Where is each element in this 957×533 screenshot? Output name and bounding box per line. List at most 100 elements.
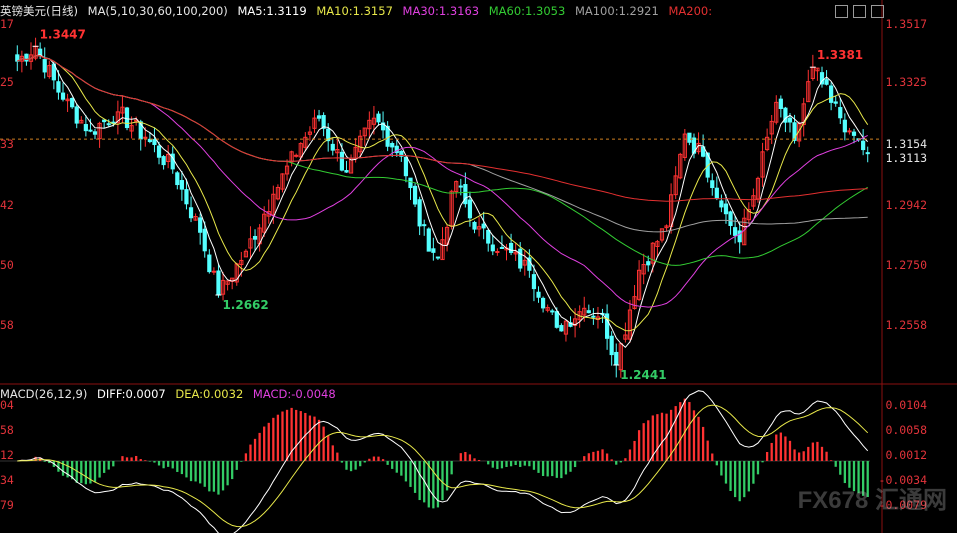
price-annotation-low1: 1.2662 bbox=[222, 298, 268, 312]
candle-body bbox=[554, 311, 559, 328]
symbol-title[interactable]: 英镑美元(日线) bbox=[0, 4, 78, 18]
candle-body bbox=[586, 310, 591, 314]
candle-body bbox=[202, 228, 207, 252]
candle-body bbox=[408, 177, 413, 189]
candle-body bbox=[687, 132, 692, 143]
candle-body bbox=[719, 200, 724, 208]
candle-body bbox=[472, 221, 477, 230]
left-axis-tick-2: 25 bbox=[0, 75, 14, 89]
candle-body bbox=[861, 140, 866, 151]
candle-body bbox=[198, 217, 203, 233]
candle-body bbox=[175, 172, 180, 186]
candle-body bbox=[70, 97, 75, 108]
left-macd-tick-5: 79 bbox=[0, 498, 14, 512]
candle-body bbox=[403, 156, 409, 177]
candle-body bbox=[865, 152, 870, 155]
candle-body bbox=[390, 143, 395, 148]
candle-body bbox=[508, 242, 514, 253]
candle-body bbox=[184, 189, 189, 205]
ma200-value: MA200: bbox=[668, 4, 713, 18]
ma30-value: MA30:1.3163 bbox=[402, 4, 480, 18]
candle-body bbox=[614, 351, 619, 366]
candle-body bbox=[559, 325, 564, 332]
price-annotation-low2: 1.2441 bbox=[620, 368, 666, 382]
candle-body bbox=[458, 185, 463, 188]
candle-body bbox=[829, 85, 834, 103]
candle-body bbox=[723, 203, 729, 215]
candle-body bbox=[56, 81, 61, 93]
candle-body bbox=[499, 246, 505, 249]
macd-axis-label-3: 0.0012 bbox=[885, 448, 927, 462]
candle-body bbox=[74, 106, 79, 124]
candle-body bbox=[152, 139, 157, 146]
candle-body bbox=[60, 92, 66, 100]
price-axis-label-4: 1.3113 bbox=[885, 151, 927, 165]
candle-body bbox=[179, 180, 184, 190]
left-axis-tick-4: 42 bbox=[0, 198, 14, 212]
candle-body bbox=[88, 129, 93, 132]
candle-body bbox=[536, 291, 541, 298]
candle-body bbox=[147, 138, 152, 143]
candle-body bbox=[490, 244, 495, 252]
candle-body bbox=[531, 274, 537, 290]
ma10-value: MA10:1.3157 bbox=[316, 4, 393, 18]
candle-body bbox=[207, 254, 212, 273]
candle-body bbox=[778, 98, 783, 109]
candle-body bbox=[376, 113, 381, 123]
candle-body bbox=[540, 297, 546, 309]
candle-body bbox=[422, 224, 427, 227]
candle-body bbox=[646, 261, 651, 266]
candlestick-chart: 1.3447 1.2662 1.2441 1.3381 bbox=[0, 0, 957, 533]
candle-body bbox=[294, 154, 299, 157]
left-macd-tick-4: 34 bbox=[0, 473, 14, 487]
candle-body bbox=[92, 131, 98, 135]
price-axis-label-7: 1.2558 bbox=[885, 318, 927, 332]
candle-body bbox=[24, 53, 29, 62]
ma60-value: MA60:1.3053 bbox=[488, 4, 566, 18]
candle-body bbox=[486, 229, 491, 244]
candle-body bbox=[550, 310, 555, 313]
candle-body bbox=[339, 151, 345, 171]
macd-dea-value: DEA:0.0032 bbox=[175, 387, 244, 401]
candle-body bbox=[518, 248, 523, 269]
candle-body bbox=[431, 248, 436, 253]
left-axis-tick-1: 17 bbox=[0, 17, 14, 31]
macd-diff-value: DIFF:0.0007 bbox=[97, 387, 166, 401]
ma100-value: MA100:1.2921 bbox=[574, 4, 659, 18]
candle-body bbox=[38, 48, 43, 56]
left-axis-tick-6: 58 bbox=[0, 318, 14, 332]
candle-body bbox=[435, 256, 441, 259]
candle-body bbox=[609, 335, 614, 356]
candle-body bbox=[842, 119, 847, 133]
macd-header: MACD(26,12,9) DIFF:0.0007 DEA:0.0032 MAC… bbox=[0, 387, 342, 401]
price-axis-label-6: 1.2750 bbox=[885, 258, 927, 272]
price-axis-label-1: 1.3517 bbox=[885, 17, 927, 31]
ma-indicator-label[interactable]: MA(5,10,30,60,100,200) bbox=[88, 4, 228, 18]
candle-body bbox=[216, 270, 221, 296]
chart-settings-icon[interactable] bbox=[835, 5, 848, 18]
candle-body bbox=[733, 227, 738, 236]
price-annotation-high2: 1.3381 bbox=[817, 48, 863, 62]
watermark-logo: FX678 汇通网 bbox=[797, 487, 947, 514]
left-macd-tick-1: 04 bbox=[0, 398, 14, 412]
candle-body bbox=[42, 59, 47, 73]
chart-close-icon[interactable] bbox=[871, 5, 884, 18]
candle-body bbox=[412, 185, 418, 205]
candle-body bbox=[833, 101, 838, 104]
macd-axis-label-2: 0.0058 bbox=[885, 423, 927, 437]
candle-body bbox=[851, 131, 857, 136]
candle-body bbox=[211, 270, 216, 273]
left-macd-tick-2: 58 bbox=[0, 423, 14, 437]
chart-maximize-icon[interactable] bbox=[853, 5, 866, 18]
ma5-line bbox=[17, 54, 869, 349]
candle-body bbox=[344, 170, 349, 173]
candle-body bbox=[156, 145, 162, 158]
macd-axis-label-1: 0.0104 bbox=[885, 398, 927, 412]
ma30-line bbox=[17, 55, 868, 308]
candle-body bbox=[106, 123, 111, 126]
candle-body bbox=[102, 119, 107, 123]
candle-body bbox=[787, 117, 793, 123]
candle-body bbox=[591, 315, 596, 318]
candle-body bbox=[495, 251, 500, 254]
price-axis-label-2: 1.3325 bbox=[885, 75, 927, 89]
